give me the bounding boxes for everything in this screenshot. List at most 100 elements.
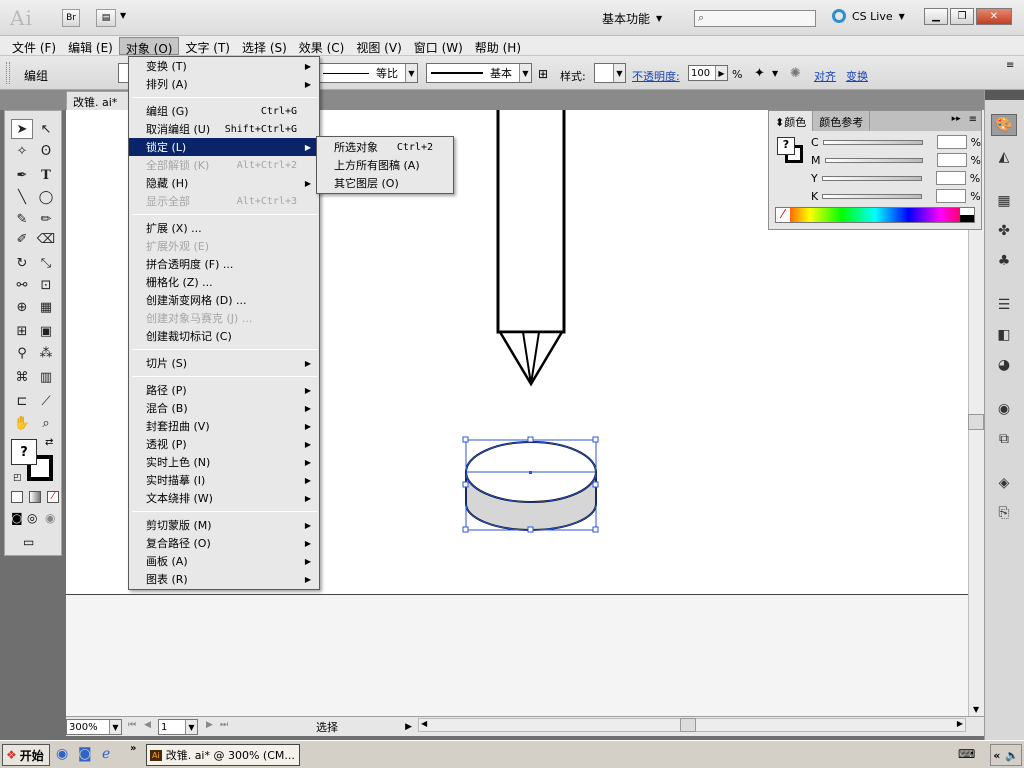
recolor-artwork-icon[interactable]: ✦ bbox=[754, 66, 765, 81]
menu-item-envelope-distort[interactable]: 封套扭曲 (V) ▶ bbox=[129, 417, 319, 435]
panel-menu-icon[interactable]: ≡ bbox=[1006, 60, 1014, 71]
taskbar-item-illustrator[interactable]: Ai 改锥. ai* @ 300% (CM... bbox=[146, 744, 300, 766]
default-colors-icon[interactable]: ◰ bbox=[13, 473, 22, 483]
pasteboard[interactable] bbox=[66, 594, 968, 716]
menu-item-create-gradient-mesh[interactable]: 创建渐变网格 (D) ... bbox=[129, 291, 319, 309]
menu-item-slice[interactable]: 切片 (S) ▶ bbox=[129, 354, 319, 372]
menu-item-live-paint[interactable]: 实时上色 (N) ▶ bbox=[129, 453, 319, 471]
tab-color-guide[interactable]: 颜色参考 bbox=[813, 111, 871, 131]
menu-item-expand[interactable]: 扩展 (X) ... bbox=[129, 219, 319, 237]
menu-item-blend[interactable]: 混合 (B) ▶ bbox=[129, 399, 319, 417]
opacity-link[interactable]: 不透明度: bbox=[632, 68, 680, 84]
magic-wand-tool-icon[interactable]: ✧ bbox=[11, 141, 33, 161]
brushes-icon[interactable]: ✤ bbox=[991, 220, 1017, 242]
panel-menu-icon[interactable]: ≡ bbox=[965, 111, 981, 131]
magenta-slider[interactable]: M % bbox=[811, 153, 981, 167]
menu-view[interactable]: 视图 (V) bbox=[350, 37, 407, 55]
cylinder-group[interactable] bbox=[465, 441, 597, 531]
scroll-right-icon[interactable]: ▶ bbox=[957, 719, 963, 728]
black-swatch[interactable] bbox=[960, 215, 974, 222]
menu-item-rasterize[interactable]: 栅格化 (Z) ... bbox=[129, 273, 319, 291]
stroke-icon[interactable]: ☰ bbox=[991, 294, 1017, 316]
menu-item-flatten-transparency[interactable]: 拼合透明度 (F) ... bbox=[129, 255, 319, 273]
menu-item-perspective[interactable]: 透视 (P) ▶ bbox=[129, 435, 319, 453]
swap-colors-icon[interactable]: ⇄ bbox=[45, 437, 53, 448]
menu-type[interactable]: 文字 (T) bbox=[179, 37, 236, 55]
scroll-left-icon[interactable]: ◀ bbox=[421, 719, 427, 728]
none-mode-icon[interactable]: ⁄ bbox=[47, 491, 59, 503]
yellow-slider[interactable]: Y % bbox=[811, 171, 981, 185]
menu-item-transform[interactable]: 变换 (T) ▶ bbox=[129, 57, 319, 75]
cs-live-button[interactable]: CS Live ▼ bbox=[832, 9, 905, 23]
yellow-value-input[interactable] bbox=[935, 171, 966, 185]
symbol-sprayer-tool-icon[interactable]: ⌘ bbox=[11, 367, 33, 387]
none-swatch-icon[interactable]: ⁄ bbox=[776, 208, 790, 222]
fill-color-swatch[interactable]: ? bbox=[11, 439, 37, 465]
white-swatch[interactable] bbox=[960, 208, 974, 215]
submenu-item-other-layers[interactable]: 其它图层 (O) bbox=[317, 174, 453, 192]
panel-fill-swatch[interactable]: ? bbox=[777, 137, 795, 155]
swatches-icon[interactable]: ▦ bbox=[991, 190, 1017, 212]
blob-brush-tool-icon[interactable]: ✐ bbox=[11, 229, 33, 249]
brush-definition-dropdown[interactable]: 基本 ▼ bbox=[426, 63, 532, 83]
internet-explorer-icon[interactable]: ℯ bbox=[102, 746, 110, 762]
volume-icon[interactable]: 🔈 bbox=[1005, 749, 1019, 762]
artboard-number-dropdown[interactable]: 1 ▼ bbox=[158, 719, 198, 735]
selection-tool-icon[interactable]: ➤ bbox=[11, 119, 33, 139]
gradient-tool-icon[interactable]: ▣ bbox=[35, 321, 57, 341]
appearance-icon[interactable]: ◉ bbox=[991, 398, 1017, 420]
draw-behind-icon[interactable]: ◎ bbox=[27, 511, 37, 525]
blend-tool-icon[interactable]: ⁂ bbox=[35, 343, 57, 363]
screen-mode-icon[interactable]: ▭ bbox=[23, 535, 34, 549]
minimize-button[interactable]: ▁ bbox=[924, 8, 948, 25]
transform-link[interactable]: 变换 bbox=[846, 68, 868, 84]
cyan-value-input[interactable] bbox=[936, 135, 967, 149]
eyedropper-tool-icon[interactable]: ⚲ bbox=[11, 343, 33, 363]
shape-builder-tool-icon[interactable]: ⊕ bbox=[11, 297, 33, 317]
arrange-documents-icon[interactable]: ▤ bbox=[96, 9, 116, 27]
chevron-right-icon[interactable]: ▶ bbox=[715, 66, 727, 80]
restore-button[interactable]: ❐ bbox=[950, 8, 974, 25]
pen-tool-icon[interactable]: ✒ bbox=[11, 165, 33, 185]
quicklaunch-expand-icon[interactable]: » bbox=[130, 743, 136, 754]
paintbrush-tool-icon[interactable]: ✎ bbox=[11, 209, 33, 229]
lasso-tool-icon[interactable]: ʘ bbox=[35, 141, 57, 161]
menu-effect[interactable]: 效果 (C) bbox=[293, 37, 351, 55]
menu-item-artboards[interactable]: 画板 (A) ▶ bbox=[129, 552, 319, 570]
status-dropdown[interactable]: 选择 ▶ bbox=[242, 719, 412, 735]
menu-item-live-trace[interactable]: 实时描摹 (I) ▶ bbox=[129, 471, 319, 489]
free-transform-tool-icon[interactable]: ⊡ bbox=[35, 275, 57, 295]
color-panel-icon[interactable]: 🎨 bbox=[991, 114, 1017, 136]
color-guide-icon[interactable]: ◭ bbox=[991, 146, 1017, 168]
opacity-input[interactable]: 100 ▶ bbox=[688, 65, 728, 81]
media-player-icon[interactable]: ◉ bbox=[56, 746, 68, 762]
direct-selection-tool-icon[interactable]: ↖ bbox=[35, 119, 57, 139]
menu-item-group[interactable]: 编组 (G) Ctrl+G bbox=[129, 102, 319, 120]
menu-item-text-wrap[interactable]: 文本绕排 (W) ▶ bbox=[129, 489, 319, 507]
horizontal-scroll-thumb[interactable] bbox=[680, 718, 696, 732]
screwdriver-shaft[interactable] bbox=[496, 110, 566, 387]
cyan-slider[interactable]: C % bbox=[811, 135, 981, 149]
dock-collapse-bar[interactable] bbox=[985, 90, 1024, 100]
tab-color[interactable]: ⬍颜色 bbox=[769, 111, 814, 131]
color-spectrum[interactable]: ⁄ bbox=[775, 207, 975, 223]
menu-item-compound-path[interactable]: 复合路径 (O) ▶ bbox=[129, 534, 319, 552]
menu-item-create-trim-marks[interactable]: 创建裁切标记 (C) bbox=[129, 327, 319, 345]
vertical-scroll-thumb[interactable] bbox=[968, 414, 984, 430]
slice-tool-icon[interactable]: ⟋ bbox=[35, 391, 57, 411]
mesh-tool-icon[interactable]: ⊞ bbox=[11, 321, 33, 341]
graphic-styles-icon[interactable]: ⧉ bbox=[991, 428, 1017, 450]
align-link[interactable]: 对齐 bbox=[814, 68, 836, 84]
submenu-item-all-artwork-above[interactable]: 上方所有图稿 (A) bbox=[317, 156, 453, 174]
gradient-icon[interactable]: ◧ bbox=[991, 324, 1017, 346]
panel-expand-icon[interactable]: ▸▸ bbox=[948, 111, 965, 131]
draw-normal-icon[interactable]: ◙ bbox=[11, 511, 23, 525]
hand-tool-icon[interactable]: ✋ bbox=[11, 413, 33, 433]
keyboard-icon[interactable]: ⌨ bbox=[958, 747, 975, 761]
menu-item-lock[interactable]: 锁定 (L) ▶ bbox=[129, 138, 319, 156]
ellipse-tool-icon[interactable]: ◯ bbox=[35, 187, 57, 207]
width-tool-icon[interactable]: ⚯ bbox=[11, 275, 33, 295]
column-graph-tool-icon[interactable]: ▥ bbox=[35, 367, 57, 387]
symbols-icon[interactable]: ♣ bbox=[991, 250, 1017, 272]
start-button[interactable]: ❖ 开始 bbox=[2, 744, 50, 766]
